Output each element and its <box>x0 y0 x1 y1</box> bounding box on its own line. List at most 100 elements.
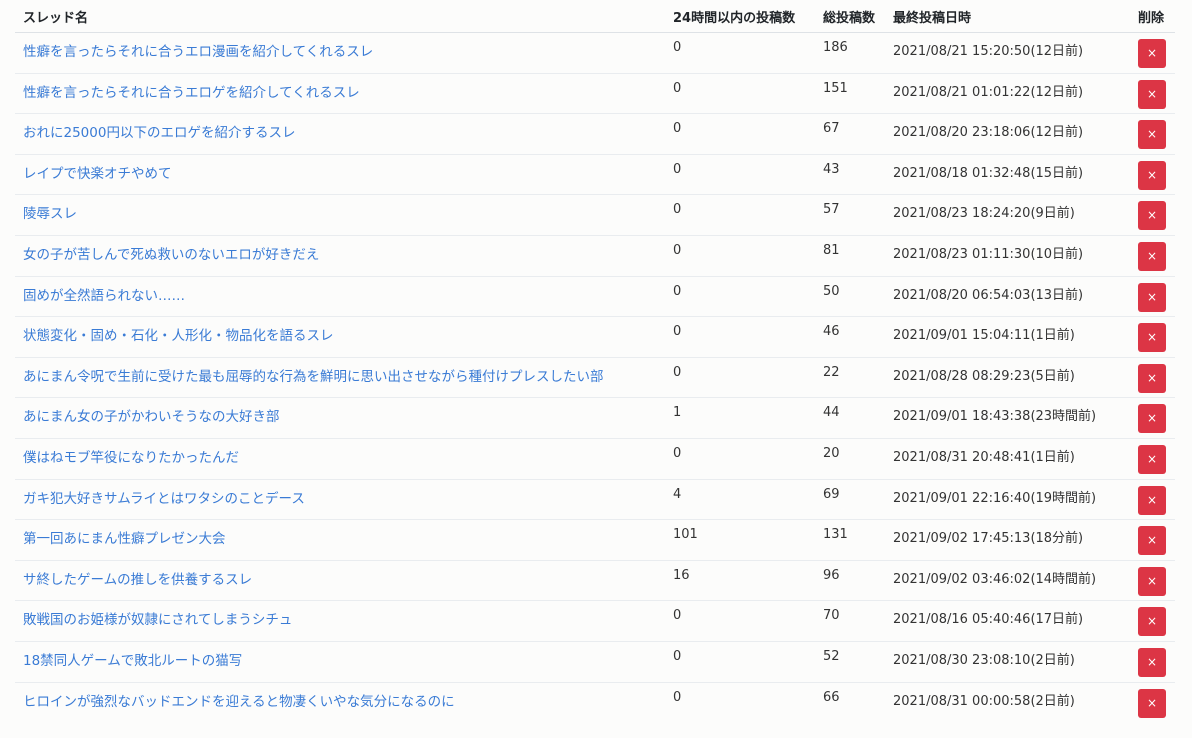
table-row: 僕はねモブ竿役になりたかったんだ 0 20 2021/08/31 20:48:41(1… <box>15 437 1175 480</box>
table-row: あにまん令呪で生前に受けた最も屈辱的な行為を鮮明に思い出させながら種付けプレスし… <box>15 356 1175 398</box>
header-posts-24h: 24時間以内の投稿数 <box>665 0 815 33</box>
thread-link[interactable]: あにまん令呪で生前に受けた最も屈辱的な行為を鮮明に思い出させながら種付けプレスし… <box>23 369 604 385</box>
thread-link[interactable]: 性癖を言ったらそれに合うエロゲを紹介してくれるスレ <box>23 85 360 101</box>
table-row: 敗戦国のお姫様が奴隷にされてしまうシチュ 0 70 2021/08/16 05:40:… <box>15 600 1175 642</box>
table-row: 固めが全然語られない…… 0 50 2021/08/20 06:54:03(13日前)… <box>15 275 1175 317</box>
thread-link[interactable]: あにまん女の子がかわいそうなの大好き部 <box>23 409 280 425</box>
posts-24h-cell: 0 <box>665 681 815 723</box>
delete-button[interactable]: × <box>1138 241 1166 271</box>
table-row: レイプで快楽オチやめて 0 43 2021/08/18 01:32:48(15日前) × <box>15 153 1175 195</box>
close-icon: × <box>1146 248 1158 263</box>
delete-button[interactable]: × <box>1138 526 1166 556</box>
posts-24h-cell: 0 <box>665 356 815 398</box>
delete-button[interactable]: × <box>1138 160 1166 190</box>
posts-24h-cell: 0 <box>665 600 815 642</box>
total-posts-cell: 81 <box>815 234 885 277</box>
delete-cell: × <box>1130 316 1175 358</box>
close-icon: × <box>1146 208 1158 223</box>
thread-name-cell: 性癖を言ったらそれに合うエロゲを紹介してくれるスレ <box>15 72 665 114</box>
close-icon: × <box>1146 46 1158 60</box>
total-posts-cell: 131 <box>815 519 885 561</box>
delete-button[interactable]: × <box>1138 566 1166 596</box>
last-post-cell: 2021/08/21 01:01:22(12日前) <box>885 72 1130 114</box>
total-posts-cell: 43 <box>815 153 885 195</box>
thread-name-cell: 僕はねモブ竿役になりたかったんだ <box>15 437 665 480</box>
close-icon: × <box>1146 167 1158 182</box>
table-row: あにまん女の子がかわいそうなの大好き部 1 44 2021/09/01 18:43:3… <box>15 397 1175 439</box>
table-row: 性癖を言ったらそれに合うエロゲを紹介してくれるスレ 0 151 2021/08/21 … <box>15 72 1175 114</box>
table-row: サ終したゲームの推しを供養するスレ 16 96 2021/09/02 03:46:02… <box>15 559 1175 601</box>
delete-button[interactable]: × <box>1138 607 1166 637</box>
last-post-cell: 2021/09/01 15:04:11(1日前) <box>885 316 1130 358</box>
posts-24h-cell: 0 <box>665 32 815 74</box>
header-last-post: 最終投稿日時 <box>885 0 1130 33</box>
delete-button[interactable]: × <box>1138 647 1166 677</box>
last-post-cell: 2021/09/01 18:43:38(23時間前) <box>885 397 1130 439</box>
thread-link[interactable]: 陵辱スレ <box>23 206 77 222</box>
delete-button[interactable]: × <box>1138 404 1166 434</box>
posts-24h-cell: 101 <box>665 519 815 561</box>
thread-name-cell: 第一回あにまん性癖プレゼン大会 <box>15 519 665 561</box>
thread-link[interactable]: 僕はねモブ竿役になりたかったんだ <box>23 450 239 466</box>
total-posts-cell: 20 <box>815 437 885 480</box>
header-row: スレッド名 24時間以内の投稿数 総投稿数 最終投稿日時 削除 <box>15 0 1175 33</box>
last-post-cell: 2021/08/18 01:32:48(15日前) <box>885 153 1130 195</box>
close-icon: × <box>1146 330 1158 345</box>
posts-24h-cell: 0 <box>665 113 815 155</box>
total-posts-cell: 69 <box>815 478 885 520</box>
thread-name-cell: レイプで快楽オチやめて <box>15 153 665 195</box>
thread-link[interactable]: 状態変化・固め・石化・人形化・物品化を語るスレ <box>23 328 334 344</box>
total-posts-cell: 70 <box>815 600 885 642</box>
delete-cell: × <box>1130 356 1175 398</box>
delete-button[interactable]: × <box>1138 201 1166 231</box>
thread-name-cell: 敗戦国のお姫様が奴隷にされてしまうシチュ <box>15 600 665 642</box>
delete-cell: × <box>1130 640 1175 682</box>
thread-link[interactable]: 敗戦国のお姫様が奴隷にされてしまうシチュ <box>23 612 292 628</box>
last-post-cell: 2021/08/20 06:54:03(13日前) <box>885 275 1130 317</box>
total-posts-cell: 186 <box>815 32 885 74</box>
last-post-cell: 2021/08/21 15:20:50(12日前) <box>885 32 1130 74</box>
close-icon: × <box>1146 695 1158 710</box>
thread-link[interactable]: ガキ犯大好きサムライとはワタシのことデース <box>23 491 305 507</box>
delete-button[interactable]: × <box>1138 444 1166 474</box>
thread-name-cell: おれに25000円以下のエロゲを紹介するスレ <box>15 113 665 155</box>
table-row: 18禁同人ゲームで敗北ルートの猫写 0 52 2021/08/30 23:08:10(… <box>15 640 1175 682</box>
total-posts-cell: 57 <box>815 194 885 236</box>
thread-name-cell: 陵辱スレ <box>15 194 665 236</box>
posts-24h-cell: 0 <box>665 194 815 236</box>
delete-cell: × <box>1130 559 1175 601</box>
posts-24h-cell: 0 <box>665 72 815 114</box>
delete-button[interactable]: × <box>1138 39 1166 68</box>
thread-name-cell: 性癖を言ったらそれに合うエロ漫画を紹介してくれるスレ <box>15 32 665 74</box>
last-post-cell: 2021/08/20 23:18:06(12日前) <box>885 113 1130 155</box>
delete-button[interactable]: × <box>1138 282 1166 312</box>
delete-button[interactable]: × <box>1138 688 1166 718</box>
thread-link[interactable]: 女の子が苦しんで死ぬ救いのないエロが好きだえ <box>23 247 319 263</box>
thread-management-page: スレッド名 24時間以内の投稿数 総投稿数 最終投稿日時 削除 性癖を言ったらそ… <box>0 0 1192 738</box>
thread-link[interactable]: 固めが全然語られない…… <box>23 288 185 304</box>
delete-cell: × <box>1130 194 1175 236</box>
delete-button[interactable]: × <box>1138 120 1166 150</box>
thread-link[interactable]: ヒロインが強烈なバッドエンドを迎えると物凄くいやな気分になるのに <box>23 694 455 710</box>
delete-button[interactable]: × <box>1138 485 1166 515</box>
posts-24h-cell: 4 <box>665 478 815 520</box>
thread-link[interactable]: 18禁同人ゲームで敗北ルートの猫写 <box>23 653 242 669</box>
thread-link[interactable]: 第一回あにまん性癖プレゼン大会 <box>23 531 226 547</box>
last-post-cell: 2021/08/31 20:48:41(1日前) <box>885 437 1130 480</box>
delete-button[interactable]: × <box>1138 323 1166 353</box>
total-posts-cell: 44 <box>815 397 885 439</box>
thread-link[interactable]: レイプで快楽オチやめて <box>23 166 172 182</box>
thread-link[interactable]: 性癖を言ったらそれに合うエロ漫画を紹介してくれるスレ <box>23 44 373 60</box>
thread-link[interactable]: サ終したゲームの推しを供養するスレ <box>23 572 252 588</box>
table-row: ガキ犯大好きサムライとはワタシのことデース 4 69 2021/09/01 22:16… <box>15 478 1175 520</box>
last-post-cell: 2021/08/23 18:24:20(9日前) <box>885 194 1130 236</box>
thread-name-cell: サ終したゲームの推しを供養するスレ <box>15 559 665 601</box>
close-icon: × <box>1146 411 1158 426</box>
table-row: 第一回あにまん性癖プレゼン大会 101 131 2021/09/02 17:45:13… <box>15 519 1175 561</box>
posts-24h-cell: 0 <box>665 640 815 682</box>
close-icon: × <box>1146 654 1158 669</box>
delete-button[interactable]: × <box>1138 79 1166 109</box>
thread-link[interactable]: おれに25000円以下のエロゲを紹介するスレ <box>23 125 295 141</box>
total-posts-cell: 22 <box>815 356 885 398</box>
delete-button[interactable]: × <box>1138 363 1166 393</box>
